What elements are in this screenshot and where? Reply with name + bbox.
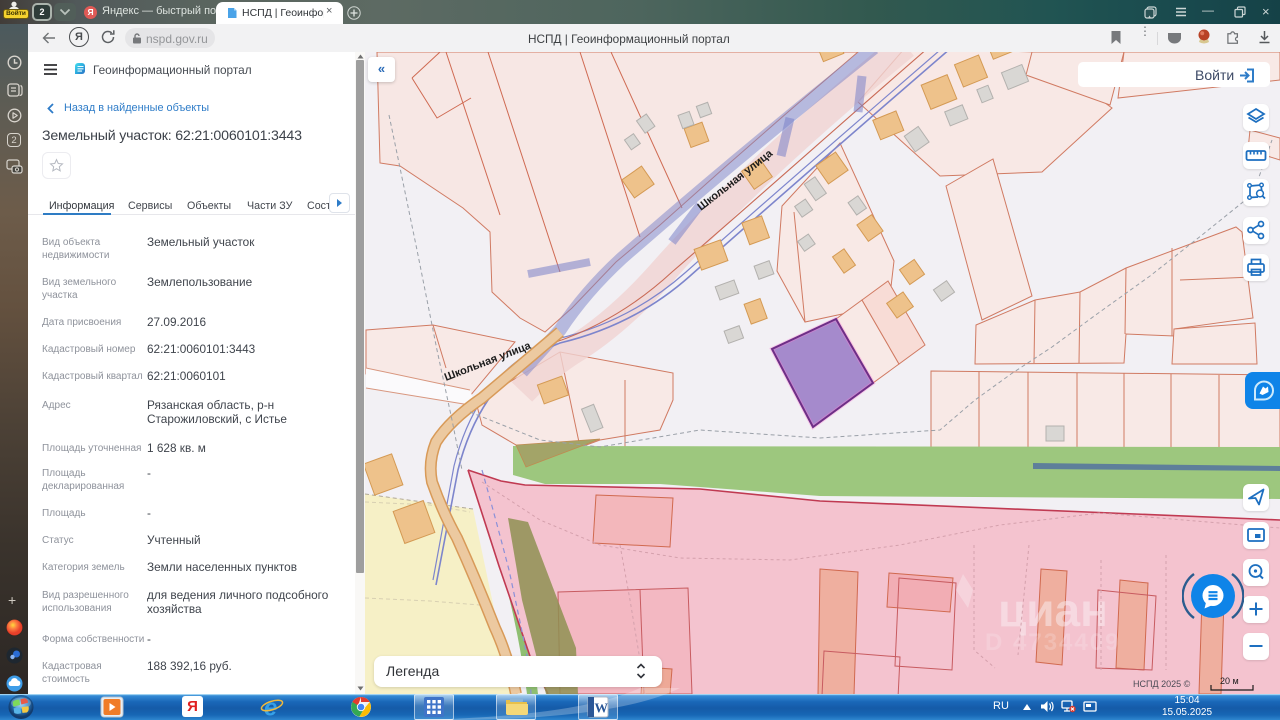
svg-text:e: e	[264, 695, 277, 719]
svg-text:W: W	[595, 701, 609, 716]
svg-text:D 4734409: D 4734409	[985, 629, 1120, 656]
